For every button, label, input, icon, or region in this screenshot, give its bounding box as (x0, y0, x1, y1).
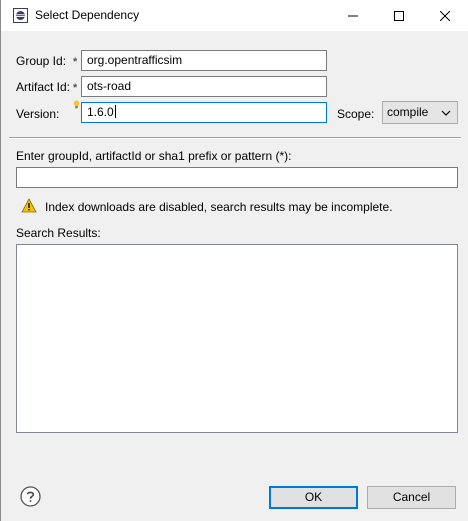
chevron-down-icon (441, 110, 451, 116)
version-input[interactable]: 1.6.0 (81, 102, 327, 123)
group-id-label: Group Id: (16, 54, 67, 68)
minimize-button[interactable] (330, 0, 376, 31)
version-label: Version: (16, 107, 60, 121)
warning-message: Index downloads are disabled, search res… (45, 200, 393, 214)
minimize-icon (348, 15, 358, 16)
maximize-button[interactable] (376, 0, 422, 31)
warning-icon (21, 198, 37, 213)
title-bar[interactable]: Select Dependency (1, 0, 468, 31)
artifact-id-label: Artifact Id: (16, 80, 71, 94)
artifact-id-required-marker: * (73, 82, 78, 94)
close-button[interactable] (422, 0, 468, 31)
separator (9, 137, 461, 139)
search-results-label: Search Results: (16, 226, 101, 240)
group-id-value: org.opentrafficsim (87, 53, 183, 67)
artifact-id-input[interactable]: ots-road (81, 76, 327, 97)
group-id-input[interactable]: org.opentrafficsim (81, 50, 327, 71)
ok-button[interactable]: OK (269, 486, 358, 509)
search-results-list[interactable] (16, 244, 458, 433)
version-value: 1.6.0 (87, 105, 114, 119)
search-prompt-label: Enter groupId, artifactId or sha1 prefix… (16, 149, 292, 163)
cancel-button[interactable]: Cancel (367, 486, 456, 509)
lightbulb-icon (73, 100, 80, 109)
select-dependency-dialog: Select Dependency Group Id: * org.opentr… (0, 0, 468, 521)
help-icon[interactable] (20, 486, 41, 507)
eclipse-icon (13, 8, 28, 23)
search-input[interactable] (16, 167, 458, 188)
scope-value: compile (387, 105, 429, 119)
close-icon (440, 10, 450, 21)
maximize-icon (394, 10, 404, 21)
scope-select[interactable]: compile (382, 101, 458, 124)
scope-label: Scope: (337, 107, 375, 121)
window-title: Select Dependency (35, 8, 140, 22)
group-id-required-marker: * (73, 56, 78, 68)
text-caret (114, 105, 116, 118)
artifact-id-value: ots-road (87, 79, 132, 93)
